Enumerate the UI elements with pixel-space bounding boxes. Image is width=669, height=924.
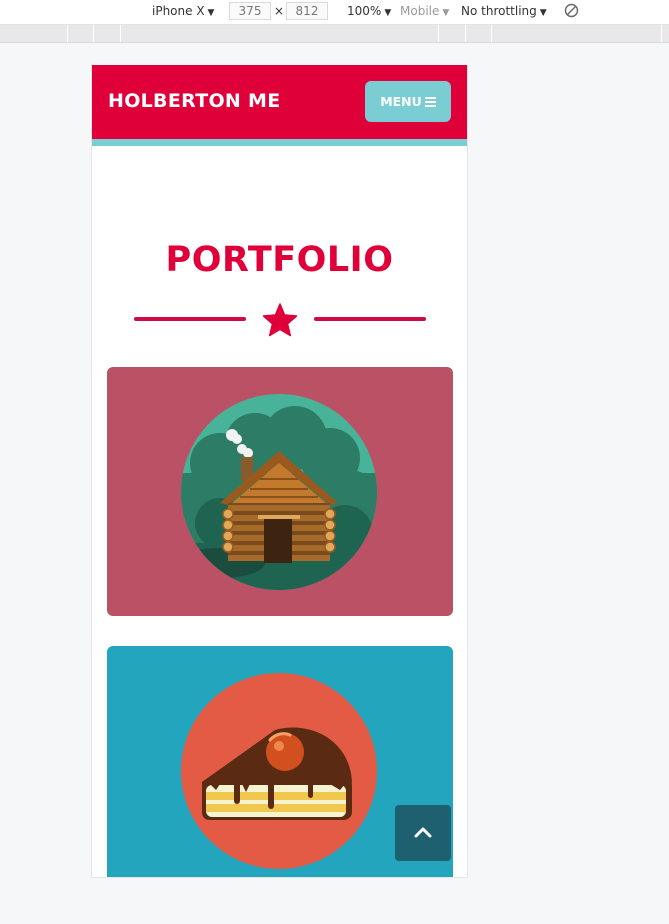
menu-label: MENU	[380, 94, 422, 109]
scroll-top-button[interactable]	[395, 805, 451, 861]
throttling-select[interactable]: No throttling ▼	[461, 4, 547, 18]
devtools-device-toolbar: iPhone X ▼ 375 × 812 100% ▼ Mobile ▼ No thr…	[0, 0, 669, 25]
divider-line-right	[314, 317, 426, 321]
height-input[interactable]: 812	[286, 2, 328, 20]
portfolio-item-cabin[interactable]	[107, 367, 453, 616]
ruler-segment[interactable]	[93, 25, 94, 42]
section-title: PORTFOLIO	[165, 240, 394, 280]
rotate-icon[interactable]	[564, 3, 579, 21]
brand-logo[interactable]: HOLBERTON ME	[108, 90, 281, 112]
ruler-segment[interactable]	[465, 25, 466, 42]
device-viewport: HOLBERTON ME MENU PORTFOLIO	[91, 65, 468, 878]
device-name: iPhone X	[152, 4, 205, 18]
chevron-down-icon: ▼	[384, 8, 392, 18]
chevron-up-icon	[414, 827, 432, 838]
zoom-value: 100%	[347, 4, 382, 18]
chevron-down-icon: ▼	[539, 8, 547, 18]
chevron-down-icon: ▼	[442, 8, 450, 18]
ruler-segment[interactable]	[438, 25, 439, 42]
cake-illustration	[181, 673, 377, 869]
cabin-illustration	[181, 394, 377, 590]
ruler-segment[interactable]	[67, 25, 68, 42]
media-query-ruler	[0, 25, 669, 43]
navbar: HOLBERTON ME MENU	[92, 65, 467, 146]
ruler-segment[interactable]	[120, 25, 121, 42]
ruler-segment[interactable]	[491, 25, 492, 42]
chevron-down-icon: ▼	[207, 8, 215, 18]
mode-select[interactable]: Mobile ▼	[400, 4, 449, 18]
menu-button[interactable]: MENU	[365, 81, 451, 122]
zoom-select[interactable]: 100% ▼	[347, 4, 391, 18]
dimension-separator: ×	[274, 4, 285, 18]
star-icon	[262, 303, 298, 337]
width-input[interactable]: 375	[229, 2, 271, 20]
divider-line-left	[134, 317, 246, 321]
ruler-segment[interactable]	[661, 25, 662, 42]
device-select[interactable]: iPhone X ▼	[152, 4, 214, 18]
hamburger-icon	[424, 96, 436, 107]
throttling-value: No throttling	[461, 4, 537, 18]
mode-value: Mobile	[400, 4, 440, 18]
